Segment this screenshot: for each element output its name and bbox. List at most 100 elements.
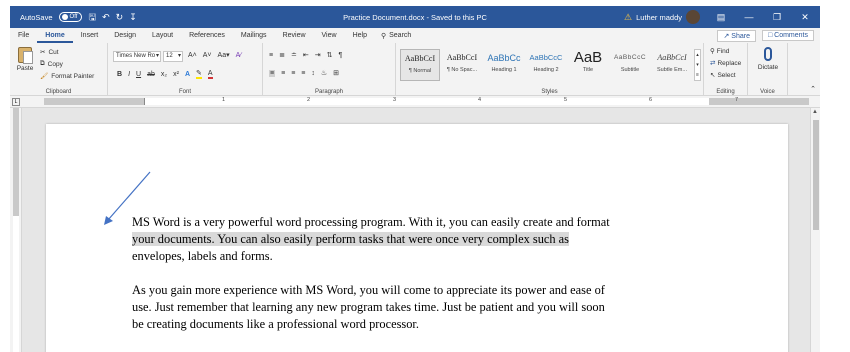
style-title[interactable]: AaB Title <box>568 49 608 81</box>
paste-label: Paste <box>16 65 34 72</box>
superscript-icon[interactable]: x² <box>173 71 179 78</box>
styles-group-label: Styles <box>541 89 558 95</box>
cut-button[interactable]: ✂ Cut <box>40 48 59 57</box>
undo-icon[interactable]: ↶ <box>102 12 110 22</box>
style-sample: AaB <box>573 49 603 66</box>
tab-layout[interactable]: Layout <box>144 28 181 43</box>
align-center-icon[interactable]: ≡ <box>281 70 285 77</box>
scrollbar-thumb[interactable] <box>813 120 819 230</box>
bullets-icon[interactable]: ≡ <box>269 52 273 59</box>
arrow-line <box>107 171 151 221</box>
replace-button[interactable]: ⇄ Replace <box>710 59 741 68</box>
sort-icon[interactable]: ⇅ <box>327 51 333 59</box>
tab-help[interactable]: Help <box>345 28 375 43</box>
minimize-button[interactable]: — <box>742 12 756 22</box>
clear-formatting-icon[interactable]: A∕ <box>236 52 242 59</box>
show-formatting-marks-icon[interactable]: ¶ <box>338 52 342 59</box>
font-color-icon[interactable]: A <box>207 70 213 79</box>
search-icon: ⚲ <box>380 32 387 40</box>
style-no-spacing[interactable]: AaBbCcI ¶ No Spac... <box>442 49 482 81</box>
search-label: Search <box>389 32 412 39</box>
format-painter-button[interactable]: 🖌 Format Painter <box>40 72 94 81</box>
tab-home[interactable]: Home <box>37 28 73 43</box>
subscript-icon[interactable]: x₂ <box>161 71 167 78</box>
select-button[interactable]: ↖ Select <box>710 71 736 80</box>
highlight-icon[interactable]: ✎ <box>196 69 202 79</box>
text-effects-icon[interactable]: A <box>185 71 190 78</box>
ruler-number: 6 <box>649 97 653 103</box>
restore-button[interactable]: ❐ <box>770 12 784 23</box>
tab-view[interactable]: View <box>314 28 345 43</box>
redo-icon[interactable]: ↻ <box>116 12 124 22</box>
style-heading-1[interactable]: AaBbCc Heading 1 <box>484 49 524 81</box>
autosave-state: Off <box>69 14 78 20</box>
paragraph-1[interactable]: MS Word is a very powerful word processi… <box>132 214 712 265</box>
comments-button[interactable]: □ Comments <box>761 30 814 41</box>
ruler-number: 2 <box>307 97 311 103</box>
change-case-icon[interactable]: Aa▾ <box>218 51 230 59</box>
align-right-icon[interactable]: ≡ <box>291 70 295 77</box>
styles-gallery-scroll[interactable]: ▴ ▾ ≡ <box>694 49 701 81</box>
dictate-button[interactable]: Dictate <box>754 47 782 71</box>
style-subtitle[interactable]: AaBbCcC Subtitle <box>610 49 650 81</box>
style-subtle-emphasis[interactable]: AaBbCcI Subtle Em... <box>652 49 692 81</box>
alignment-tools: ≡ ≡ ≡ ≡ ↕ ♨ ⊞ <box>269 69 339 77</box>
font-name-select[interactable]: Times New Ro ▾ <box>113 51 161 62</box>
tab-review[interactable]: Review <box>275 28 314 43</box>
borders-icon[interactable]: ⊞ <box>333 69 339 77</box>
tab-references[interactable]: References <box>181 28 233 43</box>
tab-insert[interactable]: Insert <box>73 28 107 43</box>
style-normal[interactable]: AaBbCcI ¶ Normal <box>400 49 440 81</box>
microphone-icon <box>764 47 772 61</box>
account-area[interactable]: ⚠ Luther maddy <box>624 10 700 24</box>
ruler-text-area[interactable] <box>144 98 709 105</box>
increase-indent-icon[interactable]: ⇥ <box>315 51 321 59</box>
style-name: Subtle Em... <box>657 67 687 73</box>
shrink-font-icon[interactable]: A˅ <box>203 52 212 59</box>
paste-button[interactable]: Paste <box>15 47 35 72</box>
save-icon[interactable]: 🖫 <box>88 12 96 22</box>
strikethrough-icon[interactable]: ab <box>147 71 155 78</box>
tab-file[interactable]: File <box>10 28 37 43</box>
ribbon-display-options-icon[interactable]: ▤ <box>714 12 728 23</box>
comments-label: Comments <box>774 32 808 39</box>
clipboard-group: Paste ✂ Cut ⧉ Copy 🖌 Format Painter Clip… <box>10 43 108 96</box>
share-button[interactable]: ↗ Share <box>717 29 756 42</box>
tab-mailings[interactable]: Mailings <box>233 28 275 43</box>
word-window: AutoSave Off 🖫 ↶ ↻ ↧ Practice Document.d… <box>0 0 850 352</box>
numbering-icon[interactable]: ≣ <box>279 51 285 59</box>
search-box[interactable]: ⚲ Search <box>381 32 411 40</box>
italic-icon[interactable]: I <box>128 71 130 78</box>
align-left-icon[interactable]: ≡ <box>269 69 276 77</box>
bold-icon[interactable]: B <box>117 71 122 78</box>
underline-icon[interactable]: U <box>136 71 141 78</box>
multilevel-list-icon[interactable]: ≐ <box>291 51 297 59</box>
avatar[interactable] <box>686 10 700 24</box>
vertical-ruler-margin <box>13 108 19 216</box>
copy-button[interactable]: ⧉ Copy <box>40 60 63 68</box>
tab-selector[interactable]: L <box>12 98 20 106</box>
tab-design[interactable]: Design <box>106 28 144 43</box>
replace-icon: ⇄ <box>710 60 716 67</box>
cursor-icon: ↖ <box>710 72 716 79</box>
style-heading-2[interactable]: AaBbCcC Heading 2 <box>526 49 566 81</box>
line-spacing-icon[interactable]: ↕ <box>311 70 315 77</box>
autosave-toggle[interactable]: Off <box>58 12 83 22</box>
vertical-scrollbar[interactable]: ▲ <box>810 108 820 352</box>
customize-toolbar-icon[interactable]: ↧ <box>129 12 137 22</box>
document-page[interactable]: MS Word is a very powerful word processi… <box>46 124 788 352</box>
justify-icon[interactable]: ≡ <box>301 70 305 77</box>
style-name: Subtitle <box>620 67 640 73</box>
document-area: MS Word is a very powerful word processi… <box>10 108 820 352</box>
ruler-number: 1 <box>222 97 226 103</box>
shading-icon[interactable]: ♨ <box>321 69 327 77</box>
font-size-select[interactable]: 12 ▾ <box>163 51 183 62</box>
close-button[interactable]: ✕ <box>798 12 812 23</box>
decrease-indent-icon[interactable]: ⇤ <box>303 51 309 59</box>
grow-font-icon[interactable]: A˄ <box>188 52 197 59</box>
find-button[interactable]: ⚲ Find <box>710 47 729 56</box>
style-name: Title <box>582 67 594 73</box>
collapse-ribbon-icon[interactable]: ⌃ <box>810 85 816 93</box>
paragraph-2[interactable]: As you gain more experience with MS Word… <box>132 282 712 333</box>
scroll-up-icon[interactable]: ▲ <box>812 109 818 115</box>
